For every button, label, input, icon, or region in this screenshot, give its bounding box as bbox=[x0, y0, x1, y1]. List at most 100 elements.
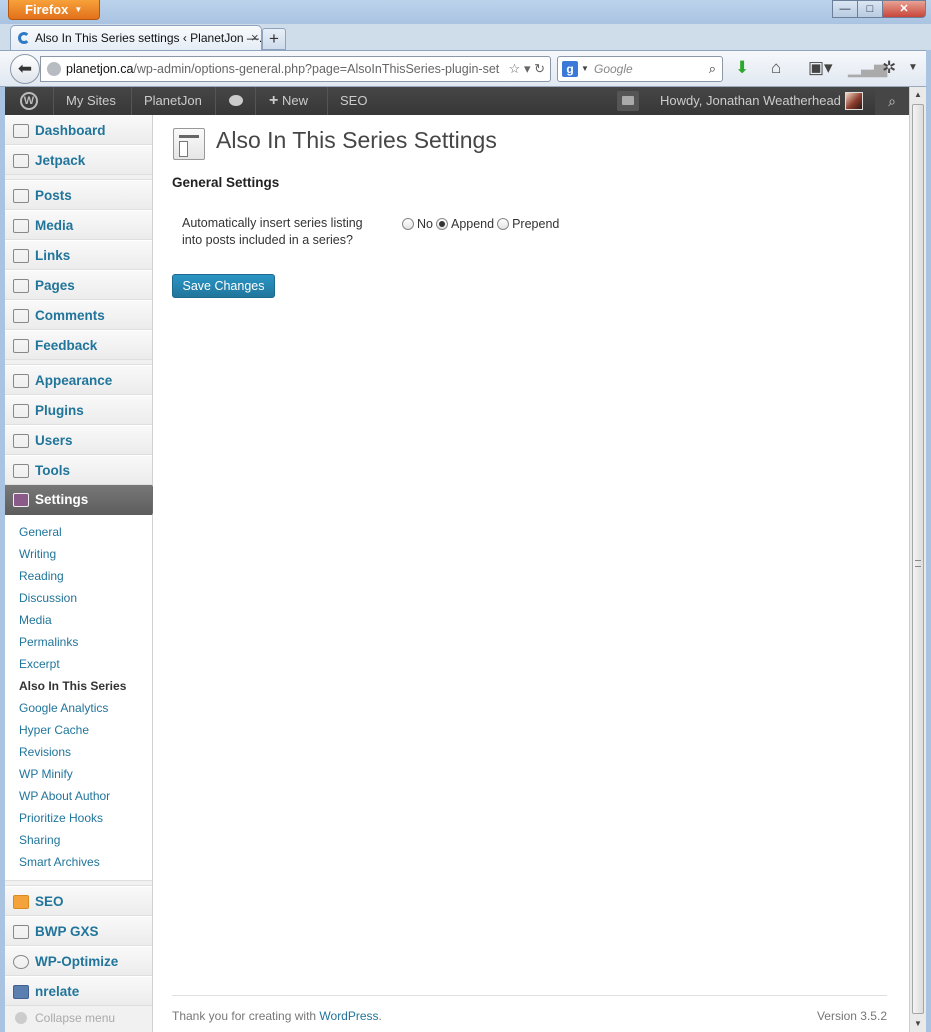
menu-tools[interactable]: Tools bbox=[5, 455, 152, 485]
tab-close-icon[interactable]: × bbox=[251, 26, 259, 50]
menu-label: Jetpack bbox=[35, 153, 86, 168]
home-icon[interactable]: ⌂ bbox=[771, 58, 781, 78]
submenu-general[interactable]: General bbox=[5, 521, 152, 543]
window-frame-right bbox=[926, 50, 931, 1032]
submenu-prioritize-hooks[interactable]: Prioritize Hooks bbox=[5, 807, 152, 829]
submenu-writing[interactable]: Writing bbox=[5, 543, 152, 565]
submenu-google-analytics[interactable]: Google Analytics bbox=[5, 697, 152, 719]
search-icon[interactable]: ⌕ bbox=[875, 87, 909, 115]
menu-jetpack[interactable]: Jetpack bbox=[5, 145, 152, 175]
addon-icon[interactable]: ✲ bbox=[882, 58, 896, 78]
menu-feedback[interactable]: Feedback bbox=[5, 330, 152, 360]
menu-settings[interactable]: Settings bbox=[5, 485, 160, 515]
menu-nrelate[interactable]: nrelate bbox=[5, 976, 152, 1006]
chevron-down-icon: ▼ bbox=[74, 5, 83, 14]
site-name-link[interactable]: PlanetJon bbox=[144, 87, 202, 115]
radio-append[interactable] bbox=[435, 218, 448, 230]
back-arrow-icon: ⬅ bbox=[17, 59, 33, 78]
menu-label: Media bbox=[35, 218, 74, 233]
menu-label: Plugins bbox=[35, 403, 84, 418]
menu-links[interactable]: Links bbox=[5, 240, 152, 270]
radio-no[interactable] bbox=[402, 218, 414, 230]
submenu-permalinks[interactable]: Permalinks bbox=[5, 631, 152, 653]
new-tab-button[interactable]: + bbox=[262, 28, 286, 50]
collapse-menu-button[interactable]: Collapse menu bbox=[5, 1006, 152, 1030]
notifications-icon[interactable] bbox=[617, 91, 639, 111]
howdy-account-link[interactable]: Howdy, Jonathan Weatherhead bbox=[660, 87, 841, 115]
menu-chevron-icon[interactable]: ▼ bbox=[908, 58, 918, 78]
menu-label: Links bbox=[35, 248, 71, 263]
scroll-thumb[interactable] bbox=[912, 104, 924, 1014]
tools-icon bbox=[13, 464, 29, 478]
submenu-media[interactable]: Media bbox=[5, 609, 152, 631]
menu-label: Appearance bbox=[35, 373, 113, 388]
menu-users[interactable]: Users bbox=[5, 425, 152, 455]
submenu-discussion[interactable]: Discussion bbox=[5, 587, 152, 609]
seo-link[interactable]: SEO bbox=[340, 87, 367, 115]
browser-tab[interactable]: Also In This Series settings ‹ PlanetJon… bbox=[10, 25, 262, 51]
url-bar-icons: ☆ ▾ ↻ bbox=[505, 57, 545, 81]
comment-icon bbox=[13, 309, 29, 323]
radio-prepend[interactable] bbox=[497, 218, 510, 230]
radio-no-label[interactable]: No bbox=[417, 217, 433, 231]
menu-dashboard[interactable]: Dashboard bbox=[5, 115, 152, 145]
submenu-hyper-cache[interactable]: Hyper Cache bbox=[5, 719, 152, 741]
wordpress-link[interactable]: WordPress bbox=[319, 1009, 378, 1023]
gear-icon bbox=[13, 955, 29, 969]
menu-wp-optimize[interactable]: WP-Optimize bbox=[5, 946, 152, 976]
submenu-sharing[interactable]: Sharing bbox=[5, 829, 152, 851]
scroll-down-arrow-icon[interactable]: ▼ bbox=[910, 1016, 926, 1032]
menu-posts[interactable]: Posts bbox=[5, 180, 152, 210]
radio-prepend-label[interactable]: Prepend bbox=[512, 217, 559, 231]
navigation-toolbar: ⬅ planetjon.ca/wp-admin/options-general.… bbox=[0, 50, 931, 87]
back-button[interactable]: ⬅ bbox=[10, 54, 40, 84]
firefox-menu-button[interactable]: Firefox ▼ bbox=[8, 0, 100, 20]
save-changes-button[interactable]: Save Changes bbox=[172, 274, 275, 298]
menu-label: Dashboard bbox=[35, 123, 106, 138]
menu-bwp-gxs[interactable]: BWP GXS bbox=[5, 916, 152, 946]
admin-footer: Thank you for creating with WordPress. V… bbox=[172, 995, 887, 1023]
submenu-reading[interactable]: Reading bbox=[5, 565, 152, 587]
window-frame-left bbox=[0, 87, 5, 1032]
avatar[interactable] bbox=[845, 92, 863, 110]
close-window-button[interactable]: ✕ bbox=[882, 0, 926, 18]
minimize-button[interactable]: — bbox=[832, 0, 858, 18]
maximize-button[interactable]: □ bbox=[857, 0, 883, 18]
wordpress-logo-icon[interactable]: W bbox=[20, 92, 38, 110]
search-bar[interactable]: g ▼ Google ⌕ bbox=[557, 56, 723, 82]
url-bar[interactable]: planetjon.ca/wp-admin/options-general.ph… bbox=[40, 56, 551, 82]
download-icon[interactable]: ⬇ bbox=[735, 58, 749, 78]
menu-plugins[interactable]: Plugins bbox=[5, 395, 152, 425]
my-sites-link[interactable]: My Sites bbox=[66, 87, 116, 115]
vertical-scrollbar[interactable]: ▲ ▼ bbox=[909, 87, 926, 1032]
comments-bubble-icon[interactable] bbox=[229, 95, 243, 106]
field-label: Automatically insert series listing into… bbox=[182, 216, 363, 247]
tab-title: Also In This Series settings ‹ PlanetJon… bbox=[35, 31, 262, 45]
menu-appearance[interactable]: Appearance bbox=[5, 365, 152, 395]
scroll-up-arrow-icon[interactable]: ▲ bbox=[910, 87, 926, 103]
reload-icon[interactable]: ↻ bbox=[534, 61, 545, 76]
menu-pages[interactable]: Pages bbox=[5, 270, 152, 300]
footer-period: . bbox=[378, 1009, 382, 1023]
bookmark-star-icon[interactable]: ☆ bbox=[509, 61, 521, 76]
menu-seo[interactable]: SEO bbox=[5, 886, 152, 916]
bookmarks-icon[interactable]: ▣▾ bbox=[808, 58, 833, 78]
chevron-down-icon[interactable]: ▼ bbox=[581, 57, 589, 81]
settings-page-icon bbox=[173, 128, 205, 160]
search-icon[interactable]: ⌕ bbox=[709, 57, 716, 81]
google-icon[interactable]: g bbox=[562, 61, 578, 77]
menu-media[interactable]: Media bbox=[5, 210, 152, 240]
new-content-link[interactable]: + New bbox=[269, 87, 308, 115]
menu-comments[interactable]: Comments bbox=[5, 300, 152, 330]
submenu-also-in-this-series[interactable]: Also In This Series bbox=[5, 675, 152, 697]
submenu-wp-about-author[interactable]: WP About Author bbox=[5, 785, 152, 807]
submenu-excerpt[interactable]: Excerpt bbox=[5, 653, 152, 675]
submenu-smart-archives[interactable]: Smart Archives bbox=[5, 851, 152, 873]
media-icon bbox=[13, 219, 29, 233]
seo-icon bbox=[13, 895, 29, 909]
section-title: General Settings bbox=[172, 175, 280, 190]
radio-append-label[interactable]: Append bbox=[451, 217, 494, 231]
submenu-revisions[interactable]: Revisions bbox=[5, 741, 152, 763]
submenu-wp-minify[interactable]: WP Minify bbox=[5, 763, 152, 785]
history-dropdown-icon[interactable]: ▾ bbox=[524, 61, 531, 76]
